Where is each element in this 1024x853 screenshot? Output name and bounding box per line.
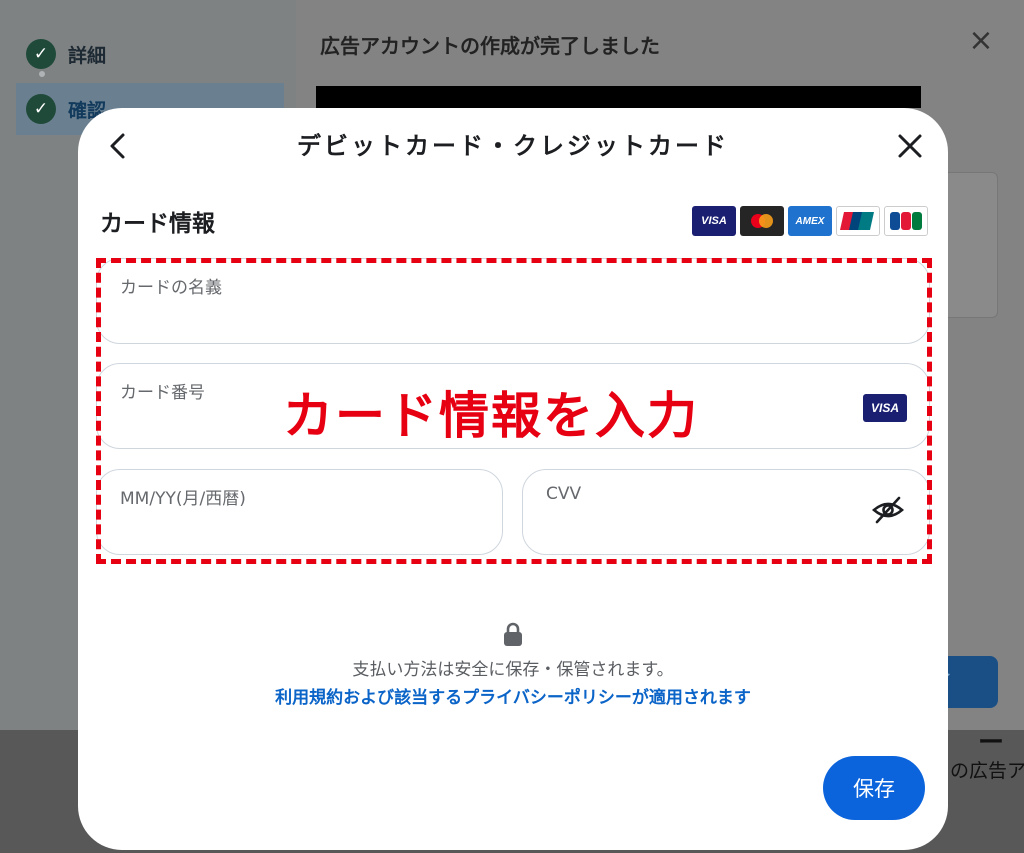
expiry-label: MM/YY(月/西暦) [120, 489, 246, 509]
cardholder-name-field[interactable]: カードの名義 [96, 258, 930, 344]
cvv-label: CVV [546, 484, 582, 504]
secure-storage-text: 支払い方法は安全に保存・保管されます。 [352, 660, 674, 680]
visa-logo: VISA [692, 206, 736, 236]
section-title: カード情報 [100, 211, 215, 237]
save-button[interactable]: 保存 [823, 756, 925, 820]
step-label: 詳細 [68, 44, 107, 67]
card-brand-list: VISA AMEX [692, 206, 928, 236]
policy-link[interactable]: 利用規約および該当するプライバシーポリシーが適用されます [78, 683, 948, 708]
mastercard-icon [751, 214, 773, 228]
redacted-bar [316, 86, 921, 108]
jcb-logo [884, 206, 928, 236]
background-bottom-mark: ー [978, 728, 1005, 758]
background-close-icon: × [968, 23, 994, 58]
card-number-field[interactable]: カード番号 [96, 363, 930, 449]
unionpay-logo [836, 206, 880, 236]
background-title: 広告アカウントの作成が完了しました [320, 34, 660, 58]
unionpay-icon [840, 212, 874, 230]
check-icon: ✓ [26, 94, 56, 124]
background-panel [940, 172, 998, 318]
amex-logo: AMEX [788, 206, 832, 236]
close-icon [898, 134, 922, 158]
save-button-label: 保存 [853, 777, 895, 801]
jcb-icon [890, 212, 922, 230]
amex-logo-text: AMEX [795, 215, 825, 227]
close-button[interactable] [892, 128, 928, 164]
expiry-field[interactable]: MM/YY(月/西暦) [96, 469, 503, 555]
lock-icon [504, 622, 522, 646]
mastercard-logo [740, 206, 784, 236]
modal-title: デビットカード・クレジットカード [297, 132, 729, 160]
step-details: ✓ 詳細 [16, 28, 284, 80]
card-modal: デビットカード・クレジットカード カード情報 VISA AMEX カードの名義 … [78, 108, 948, 850]
cardholder-name-label: カードの名義 [120, 278, 222, 298]
background-bottom-text: の広告アカ [950, 760, 1024, 782]
cvv-field[interactable]: CVV [522, 469, 930, 555]
eye-off-icon [872, 496, 904, 524]
visa-badge: VISA [863, 394, 907, 422]
visa-logo-text: VISA [701, 215, 727, 227]
visa-badge-text: VISA [870, 401, 899, 415]
check-icon: ✓ [26, 39, 56, 69]
step-connector [39, 71, 45, 77]
toggle-cvv-visibility-button[interactable] [870, 492, 906, 528]
card-number-label: カード番号 [120, 383, 205, 403]
